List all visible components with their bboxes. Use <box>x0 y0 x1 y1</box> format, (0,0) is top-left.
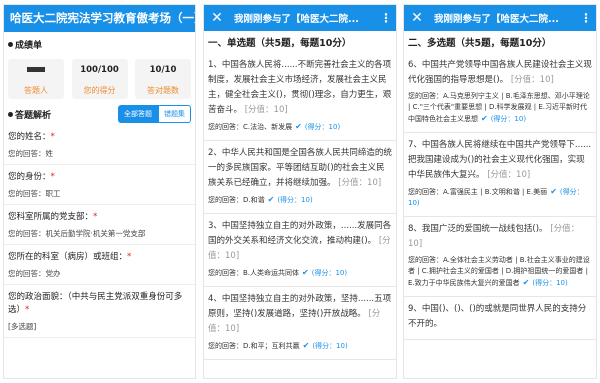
question-text: 9、中国()、()、()的或就是同世界人民的支持分不开的。 <box>408 304 587 329</box>
stat-value: 100/100 <box>80 65 119 75</box>
question-points: [分值：10] <box>510 75 554 85</box>
answer-text: 您的回答：姓 <box>8 149 53 158</box>
required-mark: * <box>25 305 30 315</box>
score-text: (得分：10) <box>532 279 568 287</box>
question-text: 您科室所属的党支部： <box>8 212 94 222</box>
section-heading: 一、单选题（共5题，每题10分） <box>208 38 352 49</box>
question-text: 您的姓名： <box>8 132 51 142</box>
question-text: 1、中国各族人民将......不断完善社会主义的各项制度，发展社会主义市场经济，… <box>208 60 392 115</box>
page-title: 哈医大二院宪法学习教育傲考场（一） <box>4 5 195 32</box>
analysis-tabs: 全部答题 错题集 <box>118 105 191 123</box>
stat-score: 100/100 您的得分 <box>71 59 128 99</box>
more-vert-icon[interactable]: ⋮ <box>580 11 592 25</box>
question-text: 4、中国坚持独立自主的对外政策，坚持......五项原则，坚持()发展道路，坚持… <box>208 294 392 319</box>
more-vert-icon[interactable]: ⋮ <box>380 11 392 25</box>
check-icon: ✔ <box>302 268 309 277</box>
list-item: 6、中国共产党领导中国各族人民建设社会主义现代化强国的指导思想是()。 [分值：… <box>404 53 596 133</box>
list-item: 7、中国各族人民将继续在中国共产党领导下......把我国建设成为()的社会主义… <box>404 133 596 217</box>
required-mark: * <box>50 172 55 182</box>
analysis-header: 答题解析 全部答题 错题集 <box>4 99 195 125</box>
app-bar: ✕ 我刚刚参与了【哈医大二院... ⋮ <box>404 5 596 31</box>
check-icon: ✔ <box>522 278 530 287</box>
question-text: 8、我国广泛的爱国统一战线包括()。 <box>408 224 548 234</box>
list-item: 您所在的科室（病房）或班组：* 您的回答：党办 <box>4 245 195 285</box>
question-text: 3、中国坚持独立自主的对外政策，......发展同各国的外交关系和经济文化交流，… <box>208 221 392 246</box>
app-title: 我刚刚参与了【哈医大二院... <box>434 14 559 25</box>
stat-participant: 答题人 <box>8 59 64 99</box>
close-icon[interactable]: ✕ <box>208 10 226 26</box>
question-text: 您所在的科室（病房）或班组： <box>8 252 128 262</box>
exam-result-panel: 哈医大二院宪法学习教育傲考场（一） 成绩单 答题人 100/100 您的得分 1… <box>3 4 196 379</box>
analysis-heading-label: 答题解析 <box>15 110 52 121</box>
close-icon[interactable]: ✕ <box>408 10 426 26</box>
list-item: 您的身份：* 您的回答：职工 <box>4 165 195 205</box>
stats-row: 答题人 100/100 您的得分 10/10 答对题数 <box>4 55 195 99</box>
stat-label: 答对题数 <box>147 86 179 95</box>
list-item: 您的姓名：* 您的回答：姓 <box>4 125 195 165</box>
section-heading: 二、多选题（共5题，每题10分） <box>408 38 552 49</box>
question-points: [分值：10] <box>338 178 382 188</box>
list-item: 您的政治面貌：（中共与民主党派双重身份可多选）* [多选题] <box>4 285 195 338</box>
question-points: [分值：10] <box>244 105 288 115</box>
multi-choice-panel: ✕ 我刚刚参与了【哈医大二院... ⋮ 二、多选题（共5题，每题10分） 6、中… <box>403 4 597 379</box>
stat-correct: 10/10 答对题数 <box>135 59 191 99</box>
check-icon: ✔ <box>481 114 488 123</box>
redacted-name <box>27 67 45 72</box>
list-item: 您科室所属的党支部：* 您的回答：机关后勤学院·机关第一党支部 <box>4 205 195 245</box>
check-icon: ✔ <box>267 195 275 204</box>
list-item: 8、我国广泛的爱国统一战线包括()。 [分值：10] 您的回答：A.全体社会主义… <box>404 217 596 297</box>
score-text: (得分：10) <box>311 269 348 277</box>
stat-label: 您的得分 <box>83 86 116 95</box>
answer-text: 您的回答：D.和平；互利共赢 <box>208 342 300 350</box>
check-icon: ✔ <box>295 122 302 131</box>
stat-label: 答题人 <box>24 86 48 95</box>
score-text: (得分：10) <box>277 196 313 204</box>
required-mark: * <box>127 252 132 262</box>
answer-text: 您的回答：C.法治、新发展 <box>208 123 293 131</box>
list-item: 3、中国坚持独立自主的对外政策，......发展同各国的外交关系和经济文化交流，… <box>204 214 396 287</box>
bullet-icon <box>8 42 13 47</box>
answer-text: 您的回答：B.人类命运共同体 <box>208 269 300 277</box>
question-text: 您的身份： <box>8 172 51 182</box>
answer-text: 您的回答：D.和谐 <box>208 196 265 204</box>
list-item: 1、中国各族人民将......不断完善社会主义的各项制度，发展社会主义市场经济，… <box>204 53 396 141</box>
required-mark: * <box>93 212 98 222</box>
answer-text: [多选题] <box>8 322 37 331</box>
score-text: (得分：10) <box>304 123 341 131</box>
answer-text: 您的回答：A.富强民主 | B.文明和谐 | E.美丽 <box>408 188 548 196</box>
answer-text: 您的回答：党办 <box>8 269 61 278</box>
score-text: (得分：10) <box>490 115 527 123</box>
question-text: 您的政治面貌：（中共与民主党派双重身份可多选） <box>8 292 183 315</box>
results-heading: 成绩单 <box>4 32 195 55</box>
results-heading-label: 成绩单 <box>15 41 43 51</box>
single-choice-panel: ✕ 我刚刚参与了【哈医大二院... ⋮ 一、单选题（共5题，每题10分） 1、中… <box>203 4 397 379</box>
question-text: 6、中国共产党领导中国各族人民建设社会主义现代化强国的指导思想是()。 <box>408 60 592 85</box>
required-mark: * <box>50 132 55 142</box>
check-icon: ✔ <box>550 187 557 196</box>
list-item: 2、中华人民共和国是全国各族人民共同缔造的统一的多民族国家。平等团结互助()的社… <box>204 141 396 214</box>
answer-text: 您的回答：机关后勤学院·机关第一党支部 <box>8 229 146 238</box>
app-bar: ✕ 我刚刚参与了【哈医大二院... ⋮ <box>204 5 396 31</box>
tab-wrong-answers[interactable]: 错题集 <box>158 105 191 123</box>
list-item: 9、中国()、()、()的或就是同世界人民的支持分不开的。 <box>404 297 596 340</box>
stat-value: 10/10 <box>149 65 177 75</box>
bullet-icon <box>8 111 13 117</box>
analysis-heading: 答题解析 <box>8 108 51 121</box>
tab-all-answers[interactable]: 全部答题 <box>118 105 158 123</box>
app-title: 我刚刚参与了【哈医大二院... <box>234 14 359 25</box>
answer-text: 您的回答：职工 <box>8 189 61 198</box>
check-icon: ✔ <box>302 341 310 350</box>
question-points: [分值：10] <box>487 170 531 180</box>
score-text: (得分：10) <box>312 342 348 350</box>
list-item: 4、中国坚持独立自主的对外政策，坚持......五项原则，坚持()发展道路，坚持… <box>204 287 396 360</box>
